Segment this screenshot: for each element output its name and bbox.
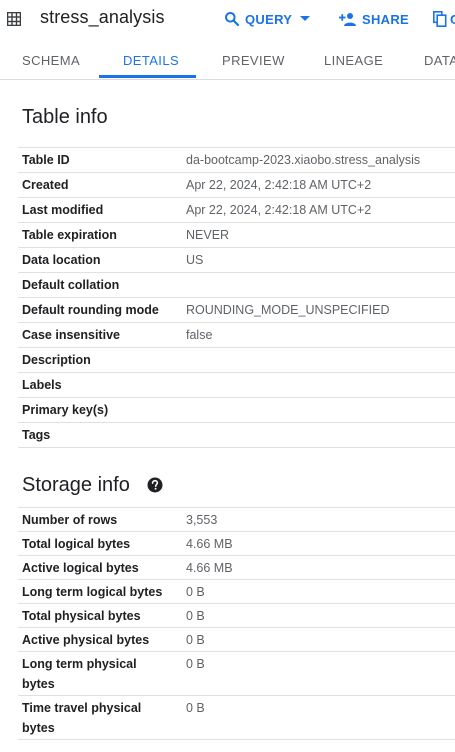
row-value: ROUNDING_MODE_UNSPECIFIED [186, 303, 390, 317]
info-row: Primary key(s) [18, 397, 455, 422]
row-label: Long term physical bytes [22, 657, 137, 691]
row-value: Apr 22, 2024, 2:42:18 AM UTC+2 [186, 203, 372, 217]
row-label: Table expiration [22, 228, 117, 242]
info-row: Tags [18, 422, 455, 447]
row-label: Last modified [22, 203, 104, 217]
list-divider [18, 447, 455, 448]
row-value: 0 B [186, 609, 205, 623]
tab-bar: SCHEMA DETAILS PREVIEW LINEAGE DATA [0, 43, 455, 80]
row-value: da-bootcamp-2023.xiaobo.stress_analysis [186, 153, 421, 167]
search-icon [225, 12, 240, 27]
row-value: NEVER [186, 228, 230, 242]
row-value: US [186, 253, 204, 267]
copy-label-partial: C [450, 12, 455, 27]
row-label: Case insensitive [22, 328, 120, 342]
query-label: QUERY [245, 11, 293, 27]
share-label: SHARE [362, 11, 410, 27]
row-value: 0 B [186, 633, 205, 647]
row-value: 0 B [186, 657, 205, 671]
row-label: Primary key(s) [22, 403, 109, 417]
row-label: Data location [22, 253, 101, 267]
copy-button[interactable]: C [433, 10, 455, 28]
row-label: Labels [22, 378, 62, 392]
row-label: Total physical bytes [22, 609, 141, 623]
info-row: Description [18, 347, 455, 372]
row-value: Apr 22, 2024, 2:42:18 AM UTC+2 [186, 178, 372, 192]
person-add-icon [339, 13, 356, 26]
tab-details[interactable]: DETAILS [123, 43, 179, 79]
info-row: Total physical bytes 0 B [18, 603, 455, 627]
row-label: Active physical bytes [22, 633, 150, 647]
row-label: Number of rows [22, 513, 118, 527]
info-row: Long term logical bytes 0 B [18, 579, 455, 603]
row-label: Table ID [22, 153, 70, 167]
info-row: Data location US [18, 247, 455, 272]
row-value: false [186, 328, 213, 342]
info-row: Last modified Apr 22, 2024, 2:42:18 AM UT… [18, 197, 455, 222]
row-value: 0 B [186, 701, 205, 715]
storage-info-heading: Storage info [22, 474, 130, 496]
row-value: 0 B [186, 585, 205, 599]
row-label: Created [22, 178, 69, 192]
info-row: Created Apr 22, 2024, 2:42:18 AM UTC+2 [18, 172, 455, 197]
info-row: Total logical bytes 4.66 MB [18, 531, 455, 555]
top-bar: stress_analysis QUERY SHARE C [0, 0, 455, 40]
row-label: Description [22, 353, 91, 367]
query-button[interactable]: QUERY [224, 10, 311, 28]
info-row: Default rounding mode ROUNDING_MODE_UNSPE… [18, 297, 455, 322]
caret-down-icon [300, 16, 311, 21]
share-button[interactable]: SHARE [339, 10, 409, 28]
info-row: Table ID da-bootcamp-2023.xiaobo.stress_a… [18, 147, 455, 172]
info-row: Default collation [18, 272, 455, 297]
tab-preview[interactable]: PREVIEW [222, 43, 285, 79]
list-divider [18, 739, 455, 740]
row-label: Default rounding mode [22, 303, 159, 317]
row-label: Active logical bytes [22, 561, 139, 575]
info-row: Active physical bytes 0 B [18, 627, 455, 651]
info-row: Number of rows 3,553 [18, 507, 455, 531]
tab-lineage[interactable]: LINEAGE [324, 43, 383, 79]
help-circle-icon[interactable] [147, 477, 163, 493]
info-row: Active logical bytes 4.66 MB [18, 555, 455, 579]
info-row: Long term physical bytes 0 B [18, 651, 455, 695]
table-info-heading: Table info [22, 106, 108, 128]
info-row: Time travel physical bytes 0 B [18, 695, 455, 739]
info-row: Table expiration NEVER [18, 222, 455, 247]
row-value: 4.66 MB [186, 537, 233, 551]
row-label: Time travel physical bytes [22, 701, 142, 735]
table-icon [7, 12, 21, 26]
info-row: Labels [18, 372, 455, 397]
copy-icon [433, 11, 447, 27]
row-label: Long term logical bytes [22, 585, 163, 599]
tab-data[interactable]: DATA [424, 43, 455, 79]
tab-schema[interactable]: SCHEMA [22, 43, 80, 79]
row-label: Default collation [22, 278, 120, 292]
active-tab-indicator [99, 75, 196, 78]
info-row: Case insensitive false [18, 322, 455, 347]
page-title: stress_analysis [40, 7, 165, 27]
row-value: 4.66 MB [186, 561, 233, 575]
row-label: Tags [22, 428, 51, 442]
row-value: 3,553 [186, 513, 218, 527]
table-info-list: Table ID da-bootcamp-2023.xiaobo.stress_a… [18, 147, 455, 448]
storage-info-list: Number of rows 3,553 Total logical bytes 4.… [18, 507, 455, 740]
row-label: Total logical bytes [22, 537, 131, 551]
